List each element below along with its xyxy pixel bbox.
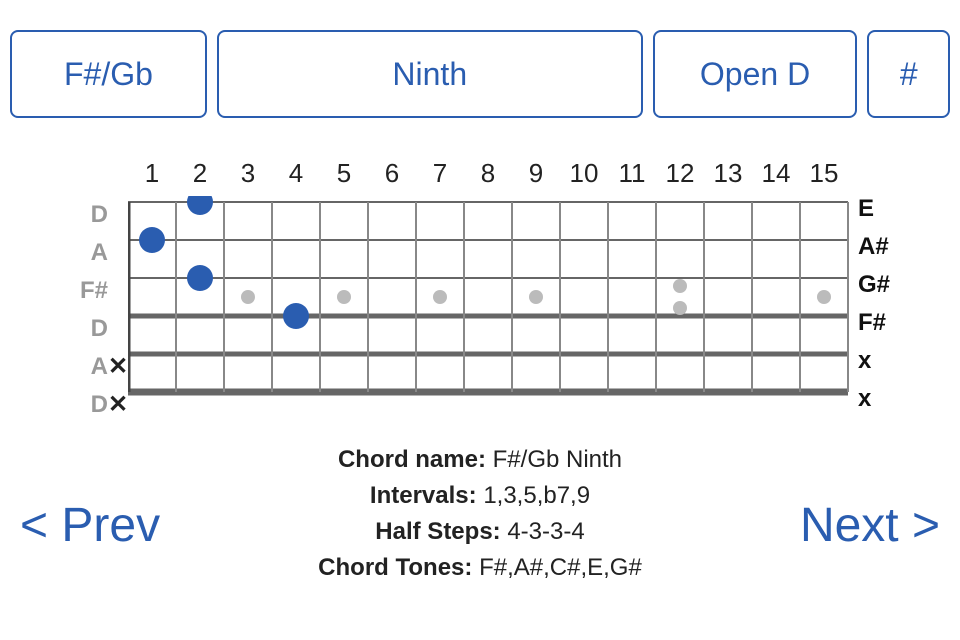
tuning-label: A [70, 234, 108, 272]
fret-number: 11 [608, 158, 656, 189]
intervals-value: 1,3,5,b7,9 [483, 482, 590, 509]
played-note-label: x [858, 380, 890, 418]
fret-number: 13 [704, 158, 752, 189]
fret-number: 1 [128, 158, 176, 189]
fret-number: 8 [464, 158, 512, 189]
sharp-toggle-label: # [900, 56, 918, 93]
fret-number: 7 [416, 158, 464, 189]
half-steps-value: 4-3-3-4 [507, 518, 584, 545]
fret-number: 5 [320, 158, 368, 189]
played-note-label: F# [858, 304, 890, 342]
tuning-selector[interactable]: Open D [653, 30, 858, 118]
next-button[interactable]: Next > [800, 498, 940, 553]
tuning-label: D [70, 386, 108, 424]
fret-number: 10 [560, 158, 608, 189]
mute-empty [108, 272, 128, 310]
root-selector[interactable]: F#/Gb [10, 30, 207, 118]
root-selector-label: F#/Gb [64, 56, 153, 93]
mute-icon: ✕ [108, 348, 128, 386]
prev-button-label: < Prev [20, 499, 160, 552]
mute-marks: ✕✕ [108, 196, 128, 424]
intervals-label: Intervals: [370, 482, 477, 509]
type-selector-label: Ninth [392, 56, 467, 93]
sharp-toggle[interactable]: # [867, 30, 950, 118]
fret-number: 9 [512, 158, 560, 189]
chord-name-label: Chord name: [338, 446, 486, 473]
fret-number: 3 [224, 158, 272, 189]
tuning-label: A [70, 348, 108, 386]
mute-empty [108, 234, 128, 272]
mute-icon: ✕ [108, 386, 128, 424]
finger-dot [187, 196, 213, 215]
played-note-label: x [858, 342, 890, 380]
tuning-label: F# [70, 272, 108, 310]
tuning-selector-label: Open D [700, 56, 810, 93]
prev-button[interactable]: < Prev [20, 498, 160, 553]
fret-number: 4 [272, 158, 320, 189]
fret-number: 2 [176, 158, 224, 189]
fret-number: 6 [368, 158, 416, 189]
tuning-label: D [70, 310, 108, 348]
half-steps-label: Half Steps: [375, 518, 500, 545]
played-note-label: E [858, 190, 890, 228]
finger-dot [187, 265, 213, 291]
chord-tones-value: F#,A#,C#,E,G# [479, 554, 642, 581]
chord-tones-label: Chord Tones: [318, 554, 472, 581]
type-selector[interactable]: Ninth [217, 30, 643, 118]
fret-number: 12 [656, 158, 704, 189]
fret-numbers: 123456789101112131415 [128, 158, 848, 189]
finger-dot [283, 303, 309, 329]
played-note-labels: EA#G#F#xx [858, 190, 890, 418]
next-button-label: Next > [800, 499, 940, 552]
mute-empty [108, 310, 128, 348]
tuning-label: D [70, 196, 108, 234]
fret-number: 14 [752, 158, 800, 189]
played-note-label: A# [858, 228, 890, 266]
fret-number: 15 [800, 158, 848, 189]
played-note-label: G# [858, 266, 890, 304]
mute-empty [108, 196, 128, 234]
finger-dot [139, 227, 165, 253]
chord-name-value: F#/Gb Ninth [493, 446, 622, 473]
fretboard-svg [128, 196, 850, 426]
tuning-labels: DAF#DAD [70, 196, 108, 424]
